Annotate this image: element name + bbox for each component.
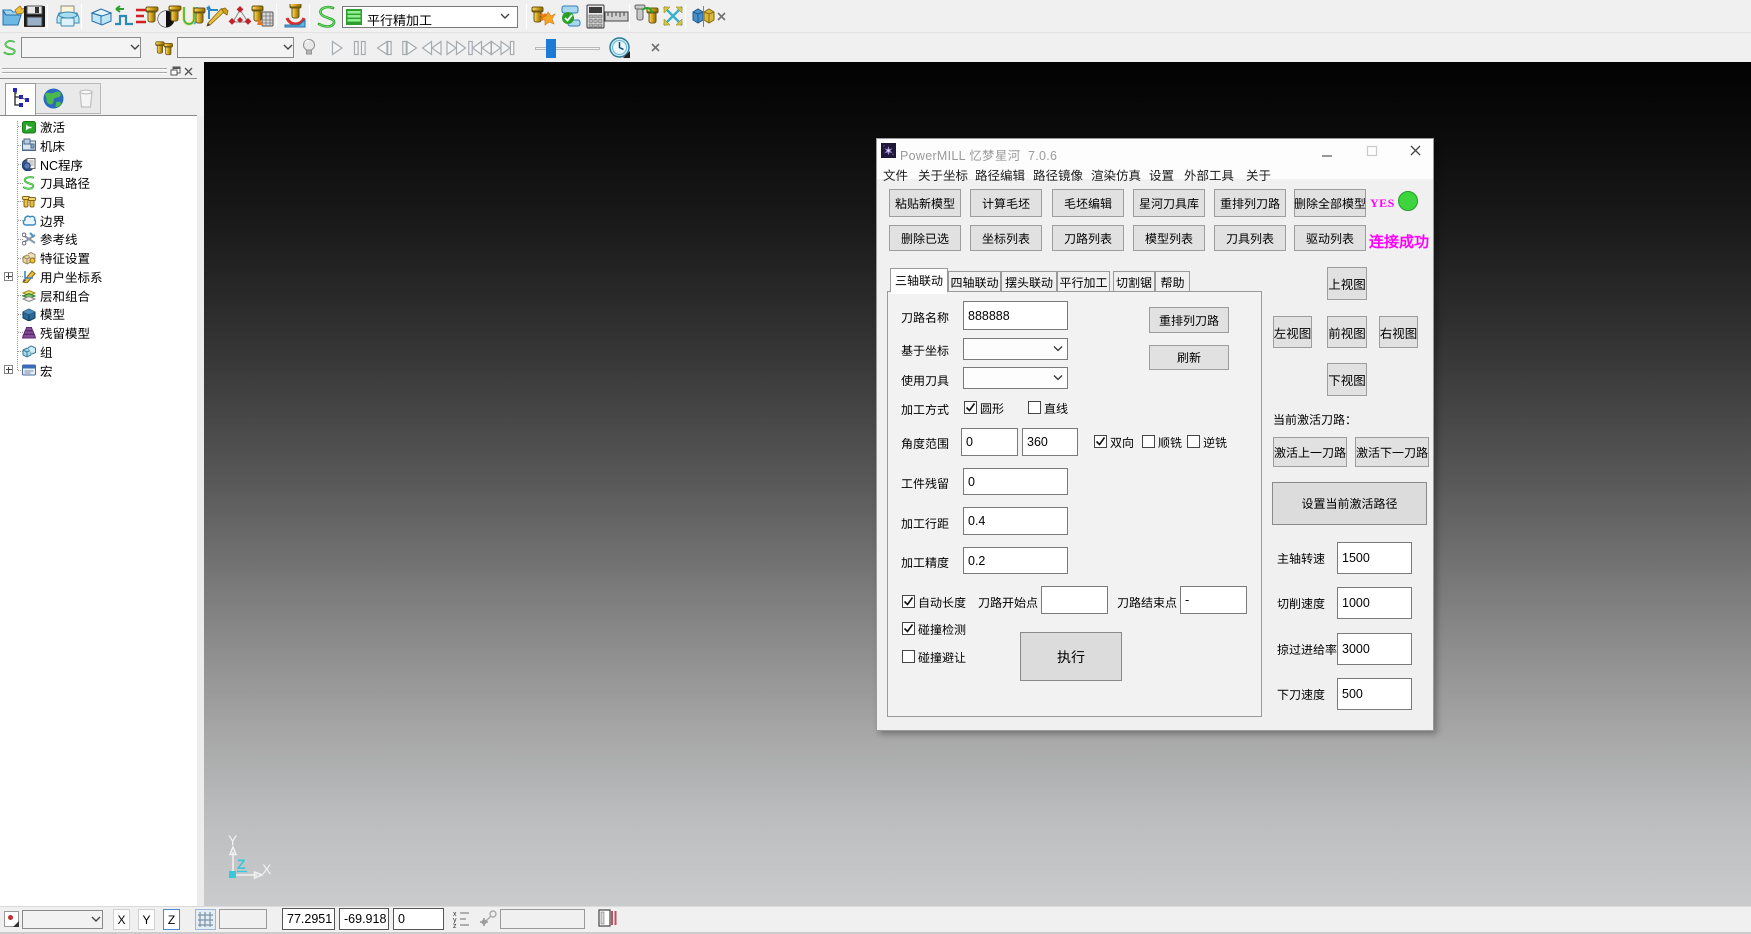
svg-text:Z: Z [237,856,246,872]
svg-text:z: z [453,923,457,929]
svg-text:X: X [262,861,272,877]
svg-text:Y: Y [228,832,238,848]
